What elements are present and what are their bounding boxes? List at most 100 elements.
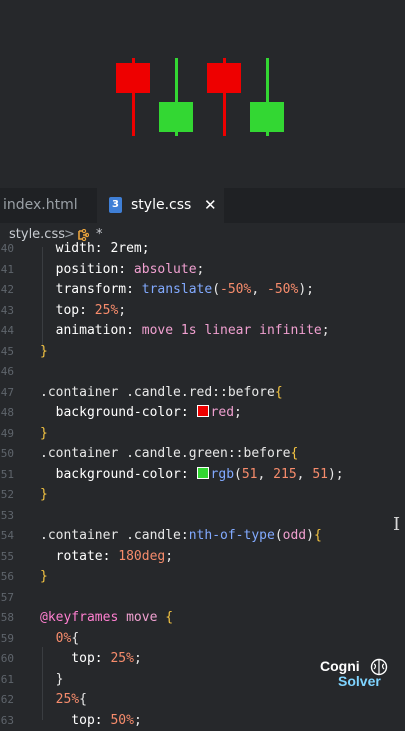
code-line[interactable]: 44 animation: move 1s linear infinite; <box>0 321 405 341</box>
code-token: } <box>40 487 48 502</box>
tab-style-css[interactable]: 3 style.css ✕ <box>97 188 224 223</box>
code-line[interactable]: 52} <box>0 485 405 505</box>
line-number: 43 <box>0 303 14 317</box>
code-text: background-color: rgb(51, 215, 51); <box>40 465 344 485</box>
candle-body <box>159 101 193 132</box>
code-text: background-color: red; <box>40 403 242 423</box>
code-token: width: 2rem; <box>40 241 150 256</box>
code-line[interactable]: 47 .container .candle.red::before{ <box>0 383 405 403</box>
close-icon[interactable]: ✕ <box>204 188 217 223</box>
code-line[interactable]: 55 rotate: 180deg; <box>0 547 405 567</box>
code-line[interactable]: 40 width: 2rem; <box>0 239 405 259</box>
code-token: , <box>296 466 313 482</box>
code-token: top: <box>40 302 95 318</box>
color-swatch[interactable] <box>196 466 209 479</box>
tab-bar: index.html 3 style.css ✕ <box>0 188 405 223</box>
code-token: transform: <box>40 282 142 297</box>
code-token: .container .candle.green::before <box>40 446 291 461</box>
code-text: top: 50%; <box>40 711 142 731</box>
code-token: ( <box>212 282 221 297</box>
code-text: 0%{ <box>40 629 80 649</box>
code-token: background-color: <box>40 466 197 482</box>
code-token: ; <box>133 712 142 728</box>
code-token: .container .candle: <box>40 528 189 543</box>
code-token: { <box>313 528 322 543</box>
code-text: top: 25%; <box>40 301 126 321</box>
code-line[interactable]: 63 top: 50%; <box>0 711 405 731</box>
code-token: animation: <box>40 323 142 338</box>
color-swatch[interactable] <box>196 405 209 417</box>
line-number: 62 <box>0 693 14 706</box>
line-number: 50 <box>0 447 14 460</box>
code-token: nth-of-type <box>188 528 275 543</box>
code-line[interactable]: 53 <box>0 506 405 526</box>
code-line[interactable]: 54 .container .candle:nth-of-type(odd){ <box>0 526 405 546</box>
code-line[interactable]: 48 background-color: red; <box>0 403 405 423</box>
candle-body <box>207 62 241 93</box>
line-number: 41 <box>0 262 14 276</box>
line-number: 46 <box>0 365 14 378</box>
code-token: } <box>40 569 48 584</box>
code-token: ( <box>274 528 283 543</box>
code-line[interactable]: 46 <box>0 362 405 382</box>
code-line[interactable]: 58 @keyframes move { <box>0 608 405 628</box>
code-text: } <box>40 424 48 444</box>
code-token: -50% <box>220 282 252 297</box>
code-line[interactable]: 45} <box>0 342 405 362</box>
code-line[interactable]: 57 <box>0 588 405 608</box>
code-token: ; <box>165 548 174 564</box>
candle-body <box>250 101 284 132</box>
code-token: @keyframes <box>40 610 119 625</box>
code-token: -50% <box>267 282 299 297</box>
code-line[interactable]: 62 25%{ <box>0 690 405 710</box>
code-line[interactable]: 43 top: 25%; <box>0 301 405 321</box>
line-number: 40 <box>0 242 14 255</box>
code-text: .container .candle.red::before{ <box>40 383 283 403</box>
code-token: 180deg <box>118 548 166 564</box>
candle-body <box>116 62 150 93</box>
code-token: background-color: <box>40 405 197 420</box>
code-line[interactable]: 42 transform: translate(-50%, -50%); <box>0 280 405 300</box>
code-token: 50% <box>110 712 134 728</box>
code-token: ; <box>133 651 142 666</box>
code-token: , <box>257 466 274 482</box>
tab-index-html[interactable]: index.html <box>0 188 100 223</box>
code-token: { <box>71 630 80 646</box>
code-line[interactable]: 56} <box>0 567 405 587</box>
tab-label: style.css <box>131 197 192 213</box>
code-text: width: 2rem; <box>40 239 150 259</box>
code-token: } <box>40 343 48 359</box>
line-number: 49 <box>0 426 14 440</box>
logo-text-top: Cogni <box>320 658 360 674</box>
code-token: 215 <box>273 466 297 482</box>
code-line[interactable]: 41 position: absolute; <box>0 260 405 280</box>
code-editor[interactable]: 40 width: 2rem; 41 position: absolute; 42 … <box>0 241 405 728</box>
code-line[interactable]: 51 background-color: rgb(51, 215, 51); <box>0 465 405 485</box>
code-line[interactable]: 49} <box>0 424 405 444</box>
line-number: 63 <box>0 713 14 727</box>
line-number: 45 <box>0 344 14 358</box>
line-number: 57 <box>0 590 14 604</box>
code-line[interactable]: 50 .container .candle.green::before{ <box>0 444 405 464</box>
code-token: 51 <box>312 466 328 482</box>
line-number: 56 <box>0 570 14 583</box>
code-token: 51 <box>241 466 258 482</box>
line-number: 53 <box>0 508 14 522</box>
code-text: 25%{ <box>40 690 87 710</box>
code-text: @keyframes move { <box>40 608 173 628</box>
code-token: red <box>210 405 235 420</box>
code-text: } <box>40 485 48 505</box>
code-token: { <box>274 384 283 400</box>
code-token: top: <box>40 651 111 666</box>
logo-text-bottom: Solver <box>338 673 381 689</box>
text-cursor-icon: I <box>393 514 401 535</box>
code-token: position: <box>40 261 134 277</box>
code-token: ); <box>327 466 344 482</box>
code-line[interactable]: 59 0%{ <box>0 629 405 649</box>
code-token: { <box>165 610 174 625</box>
line-number: 52 <box>0 488 14 501</box>
tab-label: index.html <box>3 197 78 213</box>
css3-icon: 3 <box>109 197 122 213</box>
code-token: move 1s linear infinite <box>141 323 322 338</box>
code-token: translate <box>141 282 213 297</box>
